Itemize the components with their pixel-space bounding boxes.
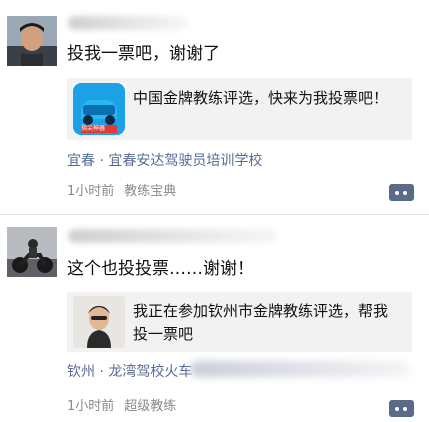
- post-time: 1小时前: [67, 184, 115, 199]
- post-source[interactable]: 超级教练: [124, 399, 176, 414]
- comment-icon[interactable]: [389, 400, 414, 417]
- username-blurred[interactable]: [68, 229, 278, 243]
- comment-icon[interactable]: [389, 184, 414, 201]
- post-meta: 1小时前 超级教练: [67, 395, 176, 414]
- post-text: 这个也投投票……谢谢！: [67, 259, 254, 279]
- moment-post-1: 投我一票吧，谢谢了 指尖神器 中国金牌教练评选，快来为我投票吧！ 宜春 · 宜春…: [0, 0, 429, 212]
- location-link[interactable]: 宜春 · 宜春安达驾驶员培训学校: [67, 150, 262, 170]
- post-source[interactable]: 教练宝典: [124, 184, 176, 199]
- card-title: 我正在参加钦州市金牌教练评选，帮我投一票吧: [133, 302, 389, 343]
- shared-link-card[interactable]: 指尖神器 中国金牌教练评选，快来为我投票吧！: [67, 78, 412, 140]
- person-photo-thumbnail: [73, 296, 125, 348]
- username-blurred[interactable]: [68, 16, 188, 30]
- card-title: 中国金牌教练评选，快来为我投票吧！: [133, 89, 389, 107]
- location-link[interactable]: 钦州 · 龙湾驾校火车: [67, 361, 192, 381]
- avatar[interactable]: [7, 16, 57, 66]
- car-app-icon: 指尖神器: [73, 83, 125, 135]
- post-meta: 1小时前 教练宝典: [67, 180, 176, 199]
- shared-link-card[interactable]: 我正在参加钦州市金牌教练评选，帮我投一票吧: [67, 292, 412, 352]
- app-badge-text: 指尖神器: [81, 125, 106, 132]
- location-blur: [190, 361, 410, 377]
- avatar[interactable]: [7, 227, 57, 277]
- post-time: 1小时前: [67, 399, 115, 414]
- moment-post-2: 这个也投投票……谢谢！ 我正在参加钦州市金牌教练评选，帮我投一票吧 钦州 · 龙…: [0, 215, 429, 422]
- post-text: 投我一票吧，谢谢了: [67, 44, 220, 64]
